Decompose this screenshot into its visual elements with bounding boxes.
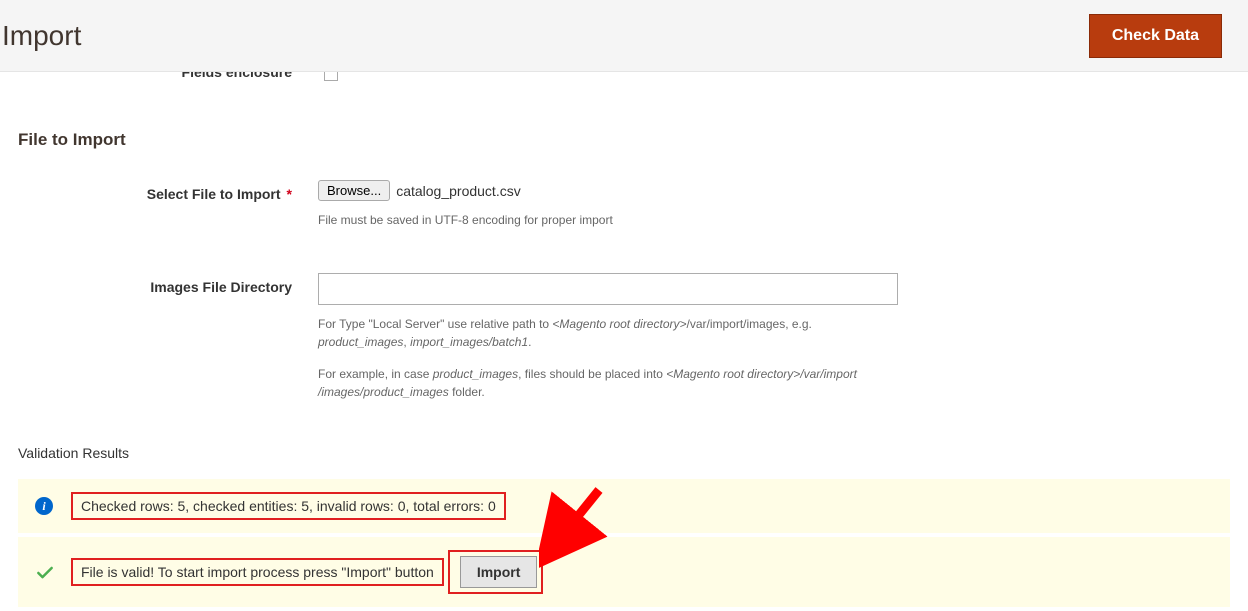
validation-success-message: File is valid! To start import process p… [18,537,1230,607]
validation-success-text: File is valid! To start import process p… [71,558,444,586]
images-dir-help: For Type "Local Server" use relative pat… [318,315,898,401]
info-icon: i [35,497,53,515]
required-asterisk: * [287,186,292,202]
import-button[interactable]: Import [460,556,538,588]
select-file-label: Select File to Import* [18,180,318,202]
validation-info-message: i Checked rows: 5, checked entities: 5, … [18,479,1230,533]
fields-enclosure-label: Fields enclosure [18,72,318,80]
check-data-button[interactable]: Check Data [1089,14,1222,58]
file-help-text: File must be saved in UTF-8 encoding for… [318,211,898,229]
validation-info-text: Checked rows: 5, checked entities: 5, in… [71,492,506,520]
check-icon [35,563,53,581]
file-to-import-heading: File to Import [18,130,1230,150]
browse-button[interactable]: Browse... [318,180,390,201]
images-dir-input[interactable] [318,273,898,305]
selected-file-name: catalog_product.csv [396,183,521,199]
images-dir-label: Images File Directory [18,273,318,295]
page-title: Import [0,20,81,52]
fields-enclosure-checkbox[interactable] [324,72,338,81]
validation-results-heading: Validation Results [18,445,1230,461]
